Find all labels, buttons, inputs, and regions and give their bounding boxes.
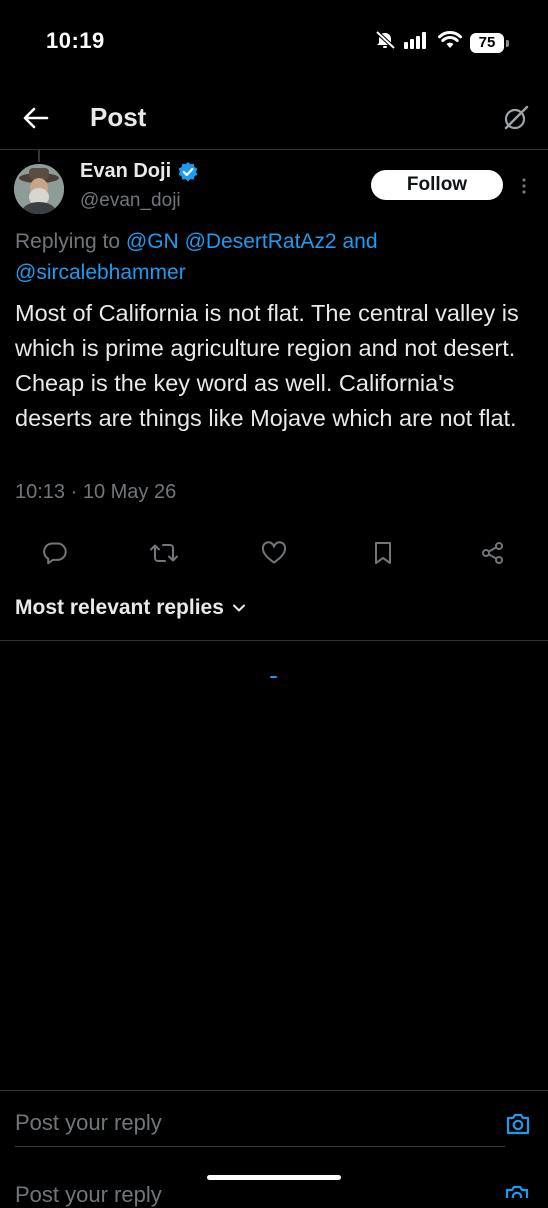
like-icon <box>261 541 287 564</box>
author-name-row: Evan Doji <box>80 160 199 183</box>
grok-icon <box>504 105 529 130</box>
reply-composer: Post your reply Post your reply <box>0 1090 548 1207</box>
replying-to-and: and <box>342 230 378 253</box>
tweet-timestamp[interactable]: 10:13 · 10 May 26 <box>15 481 176 504</box>
back-button[interactable] <box>20 102 52 134</box>
status-icons: 75 <box>374 30 509 55</box>
wifi-icon <box>438 31 462 54</box>
replies-divider <box>0 640 548 641</box>
camera-button[interactable] <box>504 1110 532 1138</box>
loading-indicator <box>270 676 277 678</box>
avatar[interactable] <box>14 164 64 214</box>
chevron-down-icon <box>232 604 245 612</box>
more-button[interactable] <box>514 172 534 200</box>
page-title: Post <box>90 102 147 132</box>
composer-underline <box>15 1146 505 1147</box>
arrow-left-icon <box>23 107 49 129</box>
replies-sort-button[interactable]: Most relevant replies <box>15 596 246 620</box>
tweet-actions <box>0 538 548 570</box>
grok-button[interactable] <box>500 102 532 134</box>
bookmark-button[interactable] <box>368 538 398 568</box>
share-button[interactable] <box>478 538 508 568</box>
camera-icon <box>506 1113 530 1135</box>
repost-button[interactable] <box>149 538 179 568</box>
battery-icon: 75 <box>470 32 509 53</box>
replying-to-prefix: Replying to <box>15 230 126 253</box>
reply-input-shadow: Post your reply <box>15 1182 162 1207</box>
camera-icon <box>504 1184 532 1198</box>
reply-button[interactable] <box>40 538 70 568</box>
silent-mode-icon <box>374 30 396 55</box>
follow-button[interactable]: Follow <box>371 170 503 200</box>
verified-badge-icon <box>178 161 198 181</box>
composer-divider <box>0 1090 548 1091</box>
bookmark-icon <box>375 542 391 564</box>
sort-label: Most relevant replies <box>15 596 224 619</box>
share-icon <box>482 542 503 564</box>
tweet-text: Most of California is not flat. The cent… <box>15 300 519 431</box>
thread-line <box>38 150 40 162</box>
status-bar: 10:19 75 <box>0 0 548 80</box>
like-button[interactable] <box>259 538 289 568</box>
mention-link[interactable]: @DesertRatAz2 <box>185 230 337 253</box>
repost-icon <box>150 544 178 562</box>
header-divider <box>0 149 548 150</box>
author-name[interactable]: Evan Doji <box>80 160 171 183</box>
mention-link[interactable]: @GN <box>126 230 179 253</box>
cellular-signal-icon <box>404 31 430 54</box>
home-indicator[interactable] <box>207 1175 341 1180</box>
more-vertical-icon <box>522 178 526 194</box>
status-time: 10:19 <box>46 28 105 53</box>
replying-to: Replying to @GN @DesertRatAz2 and @sircal… <box>15 226 525 288</box>
mention-link[interactable]: @sircalebhammer <box>15 261 186 284</box>
author-handle[interactable]: @evan_doji <box>80 190 181 212</box>
reply-input[interactable]: Post your reply <box>15 1110 162 1136</box>
post-header: Post <box>0 88 548 148</box>
reply-icon <box>43 542 67 565</box>
